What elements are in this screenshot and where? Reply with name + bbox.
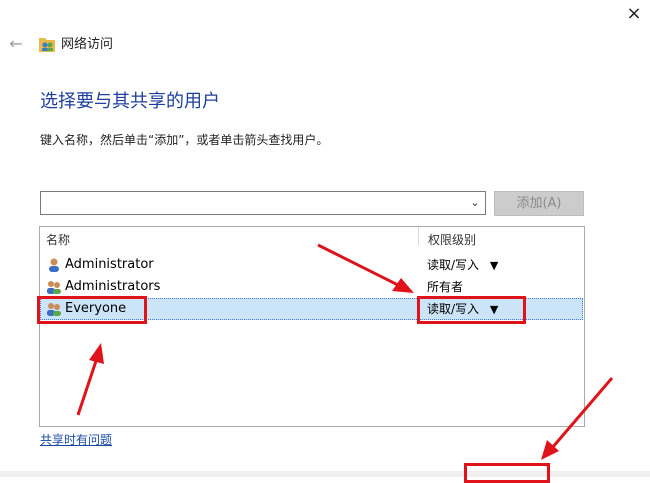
annotation-arrows xyxy=(76,243,614,460)
annotation-arrowhead-up xyxy=(89,343,104,364)
annotation-arrow-up xyxy=(76,357,99,416)
annotation-arrowhead-right xyxy=(392,278,414,293)
annotation-arrow-down xyxy=(550,377,614,449)
annotation-arrow-right xyxy=(317,243,401,288)
